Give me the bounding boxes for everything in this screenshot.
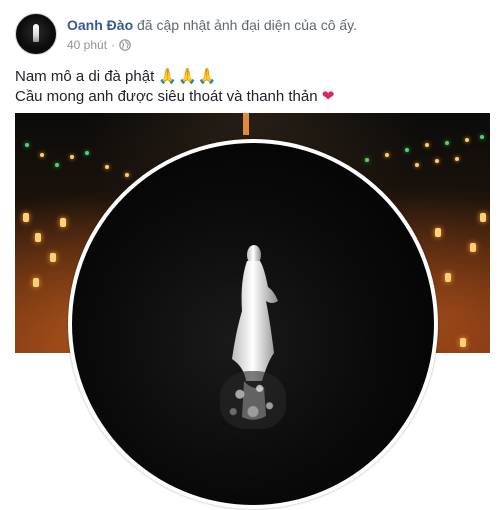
- candle-light: [470, 243, 476, 252]
- caption-line-2: Cầu mong anh được siêu thoát và thanh th…: [15, 87, 334, 107]
- heart-emoji: ❤: [321, 88, 335, 105]
- author-name-link[interactable]: Oanh Đào: [67, 17, 133, 33]
- praying-hands-emoji: 🙏🙏🙏: [158, 68, 218, 85]
- caption-line-1: Nam mô a di đà phật 🙏🙏🙏: [15, 67, 334, 87]
- post-header: Oanh Đào đã cập nhật ảnh đại diện của cô…: [15, 13, 357, 55]
- caption-text-2: Cầu mong anh được siêu thoát và thanh th…: [15, 88, 318, 105]
- post-caption: Nam mô a di đà phật 🙏🙏🙏 Cầu mong anh đượ…: [15, 67, 334, 107]
- post-timestamp[interactable]: 40 phút: [67, 38, 107, 52]
- candle-light: [435, 228, 441, 237]
- candle-light: [23, 213, 29, 222]
- candle-light: [445, 273, 451, 282]
- candle-light: [480, 213, 486, 222]
- post-title-line: Oanh Đào đã cập nhật ảnh đại diện của cô…: [67, 16, 357, 34]
- candle-light: [60, 218, 66, 227]
- avatar-statue-image: [33, 24, 39, 42]
- candle-light: [33, 278, 39, 287]
- post-meta: Oanh Đào đã cập nhật ảnh đại diện của cô…: [67, 16, 357, 55]
- post-action-text: đã cập nhật ảnh đại diện của cô ấy.: [133, 17, 358, 33]
- caption-text-1: Nam mô a di đà phật: [15, 68, 155, 85]
- globe-icon[interactable]: [119, 39, 131, 51]
- candle-light: [35, 233, 41, 242]
- profile-picture-statue: [72, 143, 434, 505]
- flower-shrub-image: [220, 371, 286, 429]
- candle-light: [50, 253, 56, 262]
- profile-update-post: Oanh Đào đã cập nhật ảnh đại diện của cô…: [0, 0, 500, 510]
- candle-light: [460, 338, 466, 347]
- profile-picture-frame[interactable]: [68, 139, 438, 509]
- author-avatar[interactable]: [15, 13, 57, 55]
- post-subtitle: 40 phút ·: [67, 38, 357, 52]
- meta-separator: ·: [111, 38, 116, 52]
